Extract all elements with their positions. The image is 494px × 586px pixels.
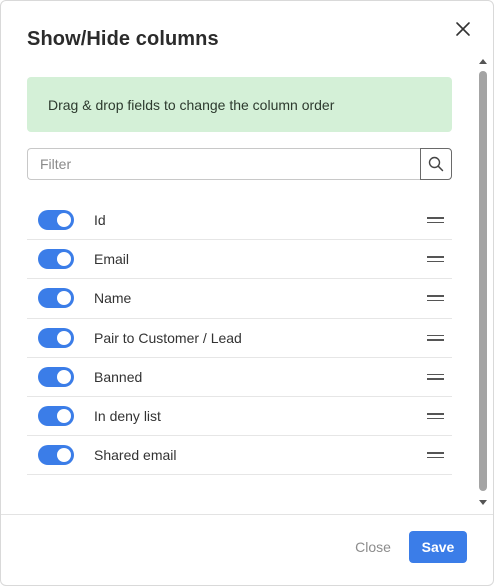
- toggle-knob: [57, 448, 71, 463]
- column-label: In deny list: [94, 408, 161, 425]
- column-visibility-toggle[interactable]: [38, 210, 74, 231]
- column-label: Email: [94, 251, 130, 268]
- footer-divider: [1, 514, 493, 515]
- close-icon[interactable]: [453, 19, 473, 39]
- drag-handle-icon[interactable]: [427, 371, 444, 383]
- drag-handle-icon[interactable]: [427, 332, 444, 344]
- column-row[interactable]: Id: [27, 201, 452, 241]
- scroll-up-arrow-icon[interactable]: [477, 56, 489, 66]
- drag-handle-icon[interactable]: [427, 410, 444, 422]
- column-label: Pair to Customer / Lead: [94, 329, 242, 346]
- column-visibility-toggle[interactable]: [38, 406, 74, 427]
- drag-handle-icon[interactable]: [427, 214, 444, 226]
- hint-text: Drag & drop fields to change the column …: [48, 96, 335, 113]
- column-row[interactable]: Banned: [27, 358, 452, 397]
- search-button[interactable]: [420, 148, 452, 180]
- column-visibility-toggle[interactable]: [38, 288, 74, 309]
- drag-drop-hint: Drag & drop fields to change the column …: [27, 77, 452, 132]
- drag-handle-icon[interactable]: [427, 449, 444, 461]
- scrollbar-thumb[interactable]: [479, 71, 487, 491]
- toggle-knob: [57, 213, 71, 228]
- column-visibility-toggle[interactable]: [38, 445, 74, 466]
- column-row[interactable]: Email: [27, 240, 452, 280]
- column-visibility-toggle[interactable]: [38, 327, 74, 348]
- column-visibility-toggle[interactable]: [38, 249, 74, 270]
- close-button[interactable]: Close: [347, 531, 399, 563]
- column-row[interactable]: Name: [27, 279, 452, 319]
- save-button[interactable]: Save: [409, 531, 467, 563]
- column-visibility-toggle[interactable]: [38, 366, 74, 387]
- scroll-down-arrow-icon[interactable]: [477, 498, 489, 508]
- toggle-knob: [57, 252, 71, 267]
- column-row[interactable]: In deny list: [27, 397, 452, 437]
- search-icon: [428, 156, 444, 172]
- column-row[interactable]: Pair to Customer / Lead: [27, 319, 452, 358]
- drag-handle-icon[interactable]: [427, 253, 444, 265]
- column-row[interactable]: Shared email: [27, 436, 452, 476]
- filter-bar: [27, 148, 452, 180]
- show-hide-columns-dialog: Show/Hide columns Drag & drop fields to …: [0, 0, 494, 586]
- toggle-knob: [57, 330, 71, 345]
- toggle-knob: [57, 409, 71, 424]
- column-list: Id Email Name Pair to Customer / Lead Banned…: [27, 201, 452, 476]
- toggle-knob: [57, 291, 71, 306]
- column-label: Id: [94, 212, 106, 229]
- dialog-title: Show/Hide columns: [27, 28, 219, 50]
- column-label: Banned: [94, 368, 143, 385]
- toggle-knob: [57, 369, 71, 384]
- column-label: Name: [94, 290, 132, 307]
- drag-handle-icon[interactable]: [427, 292, 444, 304]
- column-label: Shared email: [94, 447, 177, 464]
- filter-input[interactable]: [27, 148, 420, 180]
